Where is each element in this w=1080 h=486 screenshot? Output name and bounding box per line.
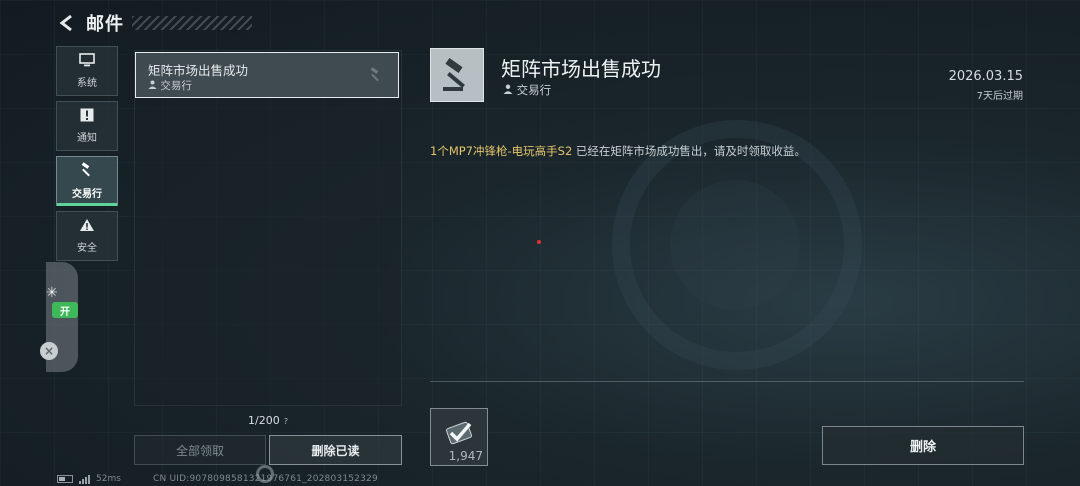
- red-dot-marker: [537, 240, 541, 244]
- warning-triangle-icon: [79, 218, 95, 235]
- mail-list-panel: [134, 50, 402, 406]
- gavel-icon: [79, 162, 95, 181]
- tab-label: 安全: [77, 243, 97, 254]
- alert-box-icon: [80, 108, 94, 125]
- monitor-icon: [79, 53, 95, 70]
- mail-item-title: 矩阵市场出售成功: [148, 63, 249, 78]
- status-bar: 52ms: [57, 474, 121, 484]
- mail-detail-sender: 交易行: [503, 82, 551, 98]
- background-emblem-core: [670, 180, 800, 310]
- attachment-count: 1,947: [448, 449, 483, 463]
- mail-count-value: 1/200: [248, 414, 280, 427]
- mail-item-sender-label: 交易行: [160, 80, 192, 92]
- divider: [430, 381, 1024, 382]
- chevron-left-icon[interactable]: [56, 12, 78, 34]
- tab-system[interactable]: 系统: [56, 46, 118, 96]
- mail-detail-title: 矩阵市场出售成功: [501, 57, 661, 81]
- tab-security[interactable]: 安全: [56, 211, 118, 261]
- user-icon: [503, 84, 513, 94]
- gavel-icon: [430, 48, 484, 102]
- tab-label: 系统: [77, 78, 97, 89]
- mail-item-sender: 交易行: [148, 78, 192, 93]
- header-decoration: [132, 16, 252, 30]
- mail-body-item: 1个MP7冲锋枪-电玩高手S2: [430, 144, 573, 158]
- gavel-icon: [368, 67, 384, 87]
- sparkle-icon: ✳: [46, 285, 58, 301]
- mail-count: 1/200?: [134, 414, 402, 427]
- home-indicator-icon[interactable]: [256, 465, 274, 483]
- attachment-item[interactable]: 1,947: [430, 408, 488, 466]
- help-icon[interactable]: ?: [284, 417, 288, 426]
- tab-label: 通知: [77, 133, 97, 144]
- claim-all-button[interactable]: 全部领取: [134, 435, 266, 465]
- latency-value: 52ms: [96, 474, 121, 484]
- delete-read-button[interactable]: 删除已读: [269, 435, 402, 465]
- close-icon[interactable]: ×: [40, 342, 58, 360]
- mail-detail-sender-label: 交易行: [516, 83, 552, 97]
- tab-notice[interactable]: 通知: [56, 101, 118, 151]
- mail-body-text: 已经在矩阵市场成功售出，请及时领取收益。: [572, 144, 806, 158]
- battery-icon: [57, 475, 73, 483]
- toggle-on-badge[interactable]: 开: [52, 302, 78, 318]
- user-icon: [148, 80, 157, 89]
- tab-auction-house[interactable]: 交易行: [56, 156, 118, 206]
- page-title: 邮件: [86, 14, 124, 35]
- mail-list-item[interactable]: 矩阵市场出售成功 交易行: [135, 52, 399, 98]
- mail-date: 2026.03.15: [948, 69, 1023, 84]
- page-header: 邮件: [56, 8, 252, 38]
- mail-body: 1个MP7冲锋枪-电玩高手S2 已经在矩阵市场成功售出，请及时领取收益。: [430, 143, 806, 159]
- delete-button[interactable]: 删除: [822, 426, 1024, 465]
- mail-expiry: 7天后过期: [976, 91, 1023, 102]
- signal-icon: [79, 474, 90, 484]
- tab-label: 交易行: [72, 189, 102, 200]
